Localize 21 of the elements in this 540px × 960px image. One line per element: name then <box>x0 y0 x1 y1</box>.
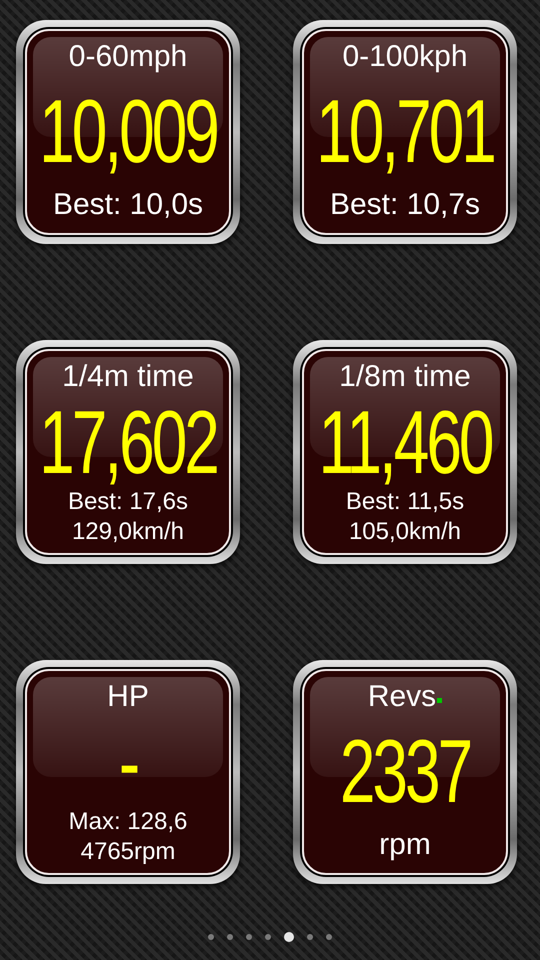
gauge-value: - <box>118 717 138 807</box>
gauge-caption: Best: 10,7s <box>330 186 480 222</box>
gauge-caption: 4765rpm <box>80 837 176 867</box>
gauge-caption: Max: 128,6 <box>68 807 188 837</box>
gauge-title: 0-60mph <box>68 42 188 72</box>
gauge-value: 17,602 <box>39 397 217 487</box>
gauge-caption: 105,0km/h <box>348 517 462 547</box>
gauge-caption: rpm <box>379 826 431 862</box>
gauge-title: 1/4m time <box>62 362 194 392</box>
gauge-caption: Best: 11,5s <box>346 487 464 517</box>
gauge-title: 1/8m time <box>339 362 471 392</box>
gauge-value: 10,701 <box>316 86 494 176</box>
gauge-title: Revs <box>368 682 436 712</box>
gauge-title: 0-100kph <box>342 42 468 72</box>
gauge-caption: Best: 10,0s <box>52 186 204 222</box>
gauge-value: 11,460 <box>318 397 492 487</box>
gauge-value: 10,009 <box>39 86 217 176</box>
gauge-caption: Best: 17,6s <box>68 487 188 517</box>
gauge-value: 2337 <box>340 726 470 816</box>
gauge-title: HP <box>107 682 149 712</box>
gauge-caption: 129,0km/h <box>72 517 184 547</box>
